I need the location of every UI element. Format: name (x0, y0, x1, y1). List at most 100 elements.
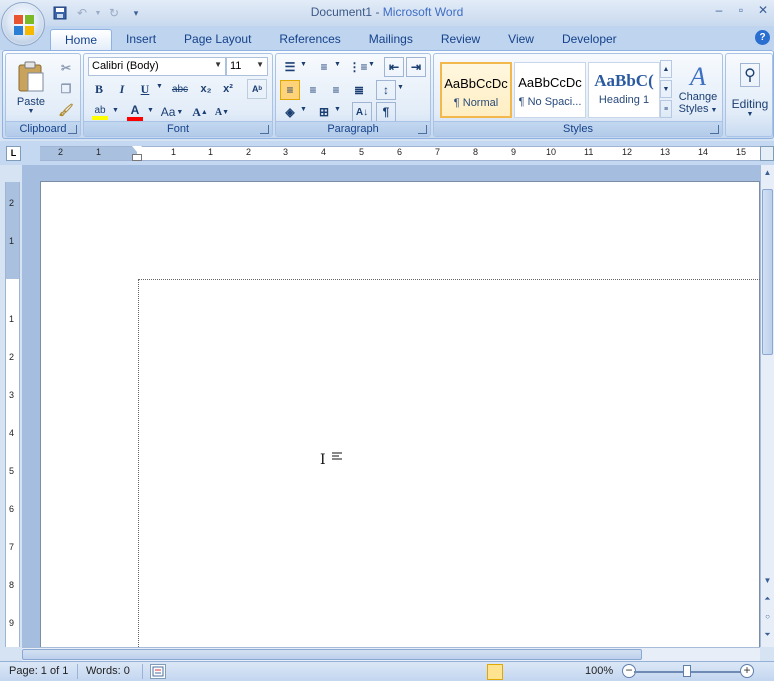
style-heading-1[interactable]: AaBbC( Heading 1 (588, 62, 660, 118)
editing-button[interactable]: ⚲ Editing ▼ (728, 58, 772, 122)
vertical-scrollbar[interactable]: ▲ ▼ ⏶ ○ ⏷ (760, 165, 774, 647)
font-size-combo[interactable]: 11 ▼ (226, 57, 268, 76)
zoom-slider-thumb[interactable] (683, 665, 691, 677)
highlight-color-button[interactable]: ab (89, 102, 111, 122)
style-no-spacing[interactable]: AaBbCcDc ¶ No Spaci... (514, 62, 586, 118)
align-right-icon[interactable]: ≡ (326, 80, 346, 100)
superscript-button[interactable]: x² (218, 79, 238, 99)
draft-view-icon[interactable] (559, 664, 575, 680)
tab-page-layout[interactable]: Page Layout (170, 29, 265, 50)
font-dialog-launcher-icon[interactable] (260, 125, 269, 134)
clipboard-dialog-launcher-icon[interactable] (68, 125, 77, 134)
view-ruler-button[interactable] (760, 146, 774, 161)
outline-view-icon[interactable] (541, 664, 557, 680)
highlight-dropdown-icon[interactable]: ▼ (112, 107, 119, 114)
office-button[interactable] (1, 2, 45, 46)
align-left-icon[interactable]: ≡ (280, 80, 300, 100)
shrink-font-button[interactable]: A ▼ (212, 102, 232, 122)
tab-mailings[interactable]: Mailings (355, 29, 427, 50)
tab-developer[interactable]: Developer (548, 29, 631, 50)
bullets-icon[interactable]: ☰ (280, 57, 300, 77)
styles-scroll-up-icon[interactable]: ▲ (660, 60, 672, 78)
scroll-up-icon[interactable]: ▲ (761, 165, 774, 180)
align-center-icon[interactable]: ≡ (303, 80, 323, 100)
sort-icon[interactable]: A↓ (352, 102, 372, 122)
vertical-ruler[interactable]: 2 1 1 2 3 4 5 6 7 8 9 (5, 182, 20, 647)
first-line-indent-marker[interactable] (132, 146, 142, 152)
horizontal-scrollbar[interactable] (22, 647, 760, 661)
grow-font-button[interactable]: A ▲ (190, 102, 210, 122)
change-styles-button[interactable]: A Change Styles ▼ (674, 58, 722, 120)
font-name-value: Calibri (Body) (92, 60, 159, 72)
horizontal-ruler[interactable]: 2 1 1 1 2 3 4 5 6 7 8 9 10 11 12 13 14 1… (40, 146, 762, 161)
help-icon[interactable]: ? (755, 30, 770, 45)
ruler-left-margin (40, 147, 137, 160)
numbering-dropdown-icon[interactable]: ▼ (334, 61, 341, 68)
web-layout-view-icon[interactable] (523, 664, 539, 680)
ruler-number: 6 (9, 504, 15, 514)
strikethrough-button[interactable]: abc (170, 79, 190, 99)
print-layout-view-icon[interactable] (487, 664, 503, 680)
restore-icon[interactable]: ▫ (734, 3, 748, 17)
subscript-button[interactable]: x₂ (196, 79, 216, 99)
multilevel-list-icon[interactable]: ⋮≡ (348, 57, 368, 77)
zoom-level[interactable]: 100% (585, 665, 613, 677)
line-spacing-dropdown-icon[interactable]: ▼ (397, 84, 404, 91)
format-painter-icon[interactable]: 🖌 (56, 100, 76, 120)
document-page[interactable] (40, 181, 774, 659)
hanging-indent-marker[interactable] (132, 154, 142, 161)
tab-view[interactable]: View (494, 29, 548, 50)
justify-icon[interactable]: ≣ (349, 80, 369, 100)
highlighter-icon: ab (94, 104, 106, 116)
bullets-dropdown-icon[interactable]: ▼ (300, 61, 307, 68)
underline-button[interactable]: U (135, 79, 155, 99)
next-page-icon[interactable]: ⏷ (761, 627, 774, 642)
numbering-icon[interactable]: ≡ (314, 57, 334, 77)
change-case-button[interactable]: Aa ▼ (158, 102, 186, 122)
minimize-icon[interactable]: – (712, 3, 726, 17)
borders-icon[interactable]: ⊞ (314, 102, 334, 122)
paste-label: Paste (16, 96, 46, 108)
tab-home[interactable]: Home (50, 29, 113, 50)
italic-button[interactable]: I (112, 79, 132, 99)
zoom-in-icon[interactable]: + (740, 664, 754, 678)
underline-dropdown-icon[interactable]: ▼ (156, 83, 163, 90)
proofing-icon[interactable] (150, 664, 166, 679)
tab-references[interactable]: References (265, 29, 354, 50)
full-screen-reading-view-icon[interactable] (505, 664, 521, 680)
page-count[interactable]: Page: 1 of 1 (9, 665, 68, 677)
cut-icon[interactable]: ✂ (56, 58, 76, 78)
decrease-indent-icon[interactable]: ⇤ (384, 57, 404, 77)
paragraph-dialog-launcher-icon[interactable] (418, 125, 427, 134)
styles-dialog-launcher-icon[interactable] (710, 125, 719, 134)
style-normal[interactable]: AaBbCcDc ¶ Normal (440, 62, 512, 118)
paste-button[interactable]: Paste ▼ (12, 57, 50, 119)
line-spacing-icon[interactable]: ↕ (376, 80, 396, 100)
close-icon[interactable]: ✕ (756, 3, 770, 17)
font-name-combo[interactable]: Calibri (Body) ▼ (88, 57, 226, 76)
tab-review[interactable]: Review (427, 29, 494, 50)
clear-formatting-icon[interactable]: Aᵇ (247, 79, 267, 99)
bold-button[interactable]: B (89, 79, 109, 99)
copy-icon[interactable]: ❐ (56, 79, 76, 99)
show-formatting-marks-icon[interactable]: ¶ (376, 102, 396, 122)
previous-page-icon[interactable]: ⏶ (761, 591, 774, 606)
font-color-dropdown-icon[interactable]: ▼ (147, 107, 154, 114)
styles-more-icon[interactable]: ≡ (660, 100, 672, 118)
scroll-down-icon[interactable]: ▼ (761, 573, 774, 588)
font-color-button[interactable]: A (124, 102, 146, 122)
shading-dropdown-icon[interactable]: ▼ (300, 106, 307, 113)
vertical-scroll-thumb[interactable] (762, 189, 773, 355)
shading-icon[interactable]: ◈ (280, 102, 300, 122)
multilevel-dropdown-icon[interactable]: ▼ (368, 61, 375, 68)
ruler-number: 2 (9, 198, 15, 208)
click-and-type-icon (332, 452, 342, 460)
tab-selector-button[interactable]: L (6, 146, 21, 161)
increase-indent-icon[interactable]: ⇥ (406, 57, 426, 77)
tab-insert[interactable]: Insert (112, 29, 170, 50)
styles-scroll-down-icon[interactable]: ▼ (660, 80, 672, 98)
borders-dropdown-icon[interactable]: ▼ (334, 106, 341, 113)
select-browse-object-icon[interactable]: ○ (761, 609, 774, 624)
word-count[interactable]: Words: 0 (86, 665, 130, 677)
horizontal-scroll-thumb[interactable] (22, 649, 642, 660)
